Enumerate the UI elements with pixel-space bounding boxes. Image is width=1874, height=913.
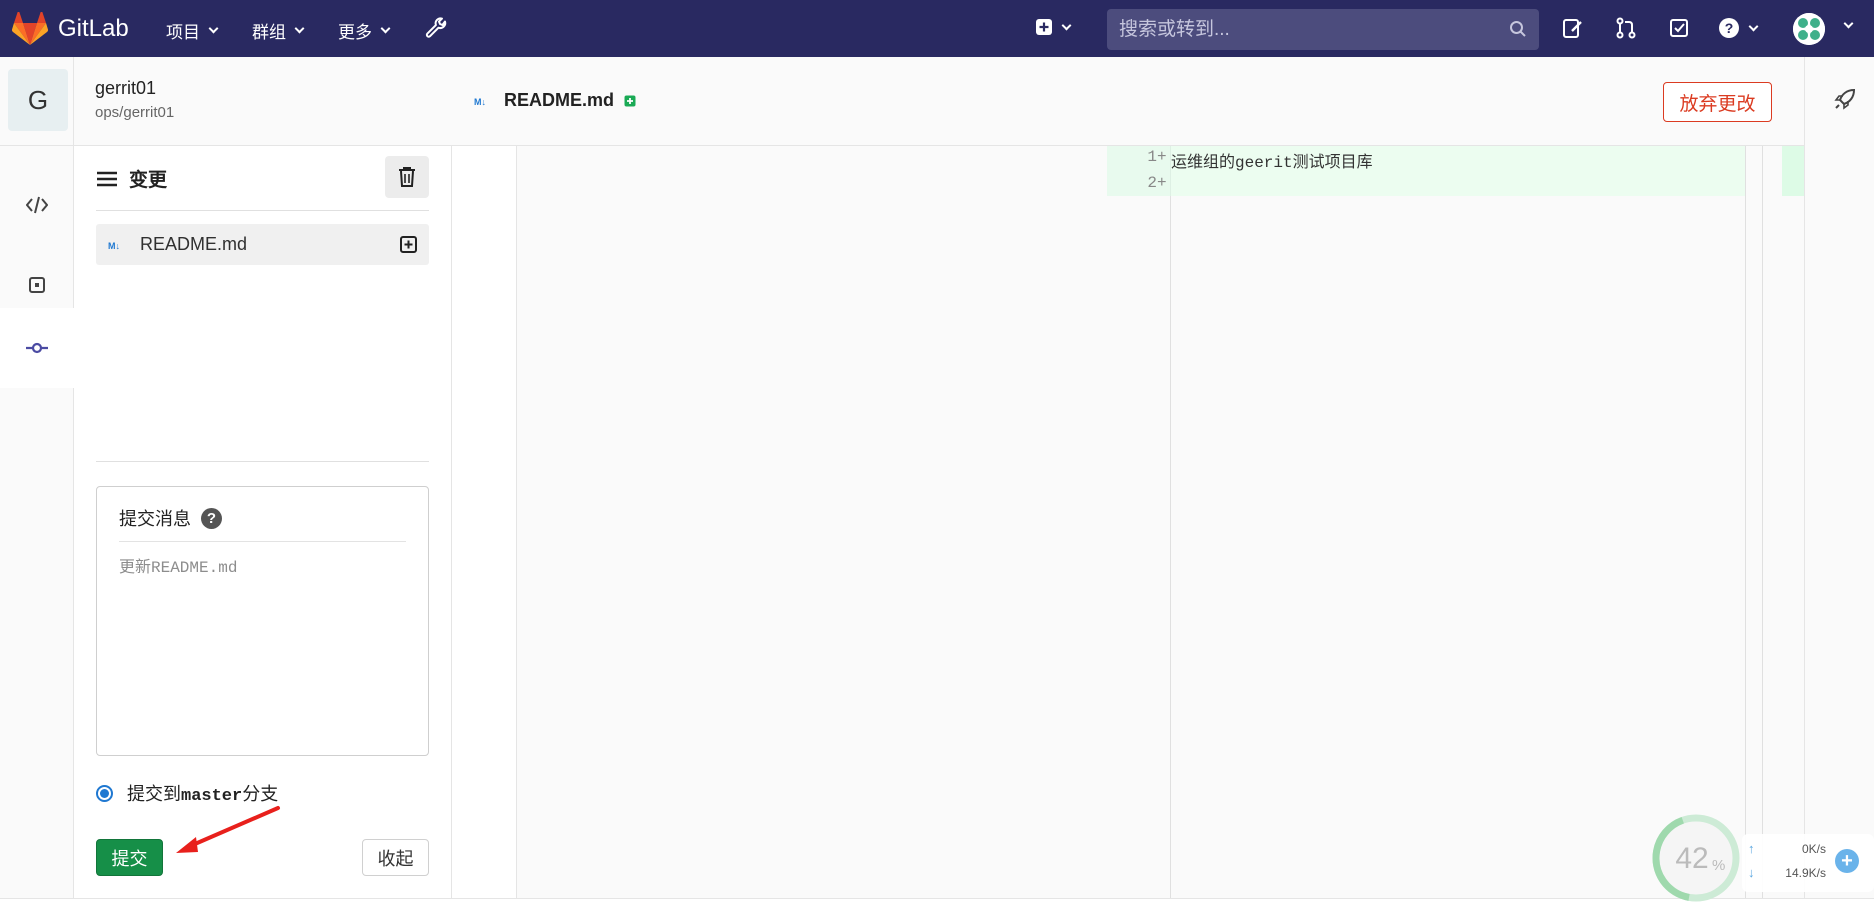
chevron-down-icon [1061, 20, 1072, 30]
svg-text:?: ? [1725, 20, 1734, 36]
svg-text:M↓: M↓ [474, 97, 486, 107]
commit-message-label: 提交消息 ? [119, 505, 222, 531]
todos-icon[interactable] [1668, 17, 1690, 39]
issues-icon[interactable] [1562, 17, 1584, 39]
diff-original-pane[interactable] [517, 146, 1107, 900]
markdown-file-icon: M↓ [108, 241, 120, 251]
changes-title: 变更 [129, 170, 168, 191]
changed-file-item[interactable]: M↓ README.md [96, 224, 429, 265]
brand-name[interactable]: GitLab [58, 15, 129, 43]
cpu-percent-unit: % [1712, 857, 1725, 874]
project-name[interactable]: gerrit01 [95, 78, 174, 99]
commit-button[interactable]: 提交 [96, 839, 163, 876]
download-arrow-icon: ↓ [1748, 865, 1755, 880]
upload-speed: 0K/s [1801, 842, 1826, 856]
upload-arrow-icon: ↑ [1748, 841, 1755, 856]
help-icon: ? [1719, 18, 1739, 38]
editor-tab[interactable]: M↓ README.md [474, 90, 636, 111]
edit-mode-button[interactable] [0, 165, 74, 245]
divider [0, 145, 452, 146]
search-input[interactable] [1107, 9, 1487, 50]
overview-ruler-added-marker [1782, 146, 1804, 196]
file-added-icon [624, 95, 636, 106]
discard-all-button[interactable] [385, 156, 429, 198]
list-icon [97, 171, 117, 186]
merge-requests-icon[interactable] [1615, 17, 1637, 39]
plus-square-icon [1036, 19, 1052, 35]
help-dropdown[interactable]: ? [1718, 17, 1759, 39]
download-speed: 14.9K/s [1785, 866, 1826, 880]
cpu-gauge-widget[interactable]: 42 % [1650, 812, 1742, 904]
user-avatar[interactable] [1793, 13, 1825, 45]
markdown-file-icon: M↓ [474, 97, 486, 107]
new-item-dropdown[interactable] [1035, 18, 1072, 36]
project-path: ops/gerrit01 [95, 104, 175, 121]
diff-original-gutter [452, 146, 517, 900]
avatar-pattern-icon [1793, 13, 1825, 45]
commit-message-box: 提交消息 ? [96, 486, 429, 756]
commit-icon [25, 342, 48, 354]
file-added-icon [400, 236, 417, 253]
menu-projects[interactable]: 项目 [166, 18, 219, 43]
trash-icon [399, 167, 415, 187]
status-bar [0, 898, 1874, 913]
diff-line[interactable]: 1 + 运维组的geerit测试项目库 [1107, 148, 1372, 172]
menu-more[interactable]: 更多 [338, 18, 391, 43]
project-info: gerrit01 ops/gerrit01 [95, 78, 174, 121]
chevron-down-icon [380, 23, 391, 34]
menu-groups[interactable]: 群组 [252, 18, 305, 43]
divider [96, 461, 429, 462]
review-icon [29, 277, 45, 293]
right-sidebar [1804, 57, 1874, 900]
diff-line-gutter [1107, 146, 1171, 900]
commit-message-input[interactable] [119, 553, 409, 733]
diff-line[interactable]: 2 + [1107, 174, 1171, 192]
widget-add-icon[interactable]: + [1835, 849, 1859, 873]
editor-scrollbar[interactable] [1745, 146, 1763, 900]
chevron-down-icon [1748, 21, 1759, 31]
changed-file-name: README.md [140, 234, 248, 254]
divider [96, 210, 429, 211]
wrench-icon[interactable] [425, 16, 449, 40]
chevron-down-icon [208, 23, 219, 34]
radio-button[interactable] [96, 784, 113, 802]
svg-text:M↓: M↓ [108, 241, 120, 251]
discard-changes-button[interactable]: 放弃更改 [1663, 82, 1772, 122]
code-icon [26, 196, 48, 214]
commit-mode-button[interactable] [0, 308, 74, 388]
search-box[interactable] [1107, 9, 1539, 50]
rocket-icon[interactable] [1834, 88, 1856, 110]
divider [119, 541, 406, 542]
project-avatar[interactable]: G [8, 69, 68, 131]
chevron-down-icon [294, 23, 305, 34]
collapse-button[interactable]: 收起 [362, 839, 429, 876]
gitlab-logo-icon[interactable] [12, 12, 48, 46]
annotation-arrow-icon [176, 806, 280, 853]
chevron-down-icon[interactable] [1843, 18, 1854, 29]
cpu-percent: 42 [1675, 842, 1708, 875]
help-icon[interactable]: ? [201, 507, 222, 529]
radio-selected-dot [100, 788, 109, 798]
editor-tab-filename: README.md [504, 90, 615, 110]
top-navbar: GitLab 项目 群组 更多 搜索或转到... ? [0, 0, 1874, 57]
ide-activity-bar: G [0, 57, 74, 900]
editor-tab-bar [452, 57, 1804, 146]
search-icon [1510, 21, 1526, 37]
changes-header: 变更 [97, 165, 167, 192]
